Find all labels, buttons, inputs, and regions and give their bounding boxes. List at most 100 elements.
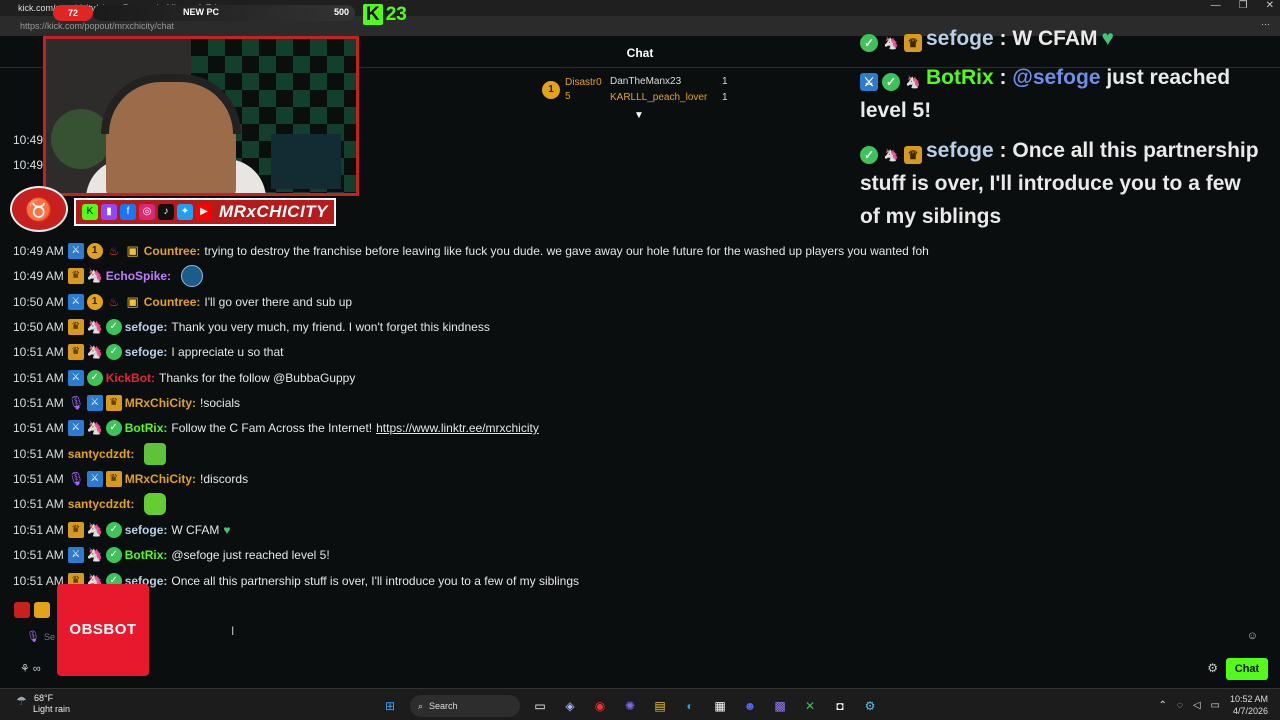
game-controller-icon[interactable]: ◈: [560, 696, 580, 716]
overlay-chat-row: ✓ 🦄 ♛ sefoge : Once all this partnership st…: [860, 134, 1260, 233]
chat-message[interactable]: 10:51 AM 🎙 ⚔ ♛ MRxChiCity: !discords: [13, 468, 248, 490]
chat-message[interactable]: 10:49 AM ⚔ 1 ♨ ▣ Countree: trying to des…: [13, 240, 929, 262]
restore-icon[interactable]: ❐: [1239, 0, 1248, 11]
emote-image[interactable]: [34, 602, 50, 618]
chat-message[interactable]: 10:51 AM ♛ 🦄 ✓ sefoge: W CFAM ♥: [13, 519, 231, 541]
window-controls: — ❐ ✕: [1211, 0, 1274, 11]
username[interactable]: EchoSpike:: [106, 265, 171, 287]
more-icon[interactable]: ⋯: [1261, 19, 1270, 30]
chat-message[interactable]: 10:50 AM ♛ 🦄 ✓ sefoge: Thank you very mu…: [13, 316, 490, 338]
chat-message[interactable]: 10:51 AM ⚔ 🦄 ✓ BotRix: Follow the C Fam …: [13, 417, 539, 439]
steam-icon[interactable]: ⚙: [860, 696, 880, 716]
message-time: 10:49: [13, 158, 44, 172]
chat-title: Chat: [626, 45, 654, 60]
linktree-link[interactable]: https://www.linktr.ee/mrxchicity: [376, 417, 539, 439]
username[interactable]: BotRix:: [125, 417, 168, 439]
system-tray: ⌃ ◌ ◁ ▭ 10:52 AM 4/7/2026: [1158, 693, 1268, 717]
taskbar-search[interactable]: ⌕ Search: [410, 695, 520, 717]
overlay-text: W CFAM: [1012, 27, 1098, 50]
chat-input[interactable]: Se: [44, 632, 55, 642]
battery-icon[interactable]: ▭: [1211, 700, 1220, 711]
username[interactable]: KickBot:: [106, 367, 155, 389]
chat-message[interactable]: 10:50 AM ⚔ 1 ♨ ▣ Countree: I'll go over …: [13, 291, 352, 313]
moderator-icon: ⚔: [67, 294, 84, 310]
unicorn-icon: 🦄: [86, 319, 103, 334]
unicorn-icon: 🦄: [86, 547, 103, 562]
username[interactable]: Countree:: [144, 240, 201, 262]
file-explorer-icon[interactable]: ▤: [650, 696, 670, 716]
username[interactable]: santycdzdt:: [68, 493, 135, 515]
green-heart-icon: ♥: [223, 523, 231, 537]
network-icon[interactable]: ◌: [1177, 700, 1183, 711]
discord-icon[interactable]: ☻: [740, 696, 760, 716]
username[interactable]: santycdzdt:: [68, 443, 135, 465]
verified-icon: ✓: [105, 522, 122, 538]
overlay-chat-row: ⚔ ✓ 🦄 BotRix : @sefoge just reached level 5…: [860, 61, 1260, 127]
smiley-emote-icon: [144, 493, 167, 515]
overlay-separator: :: [993, 139, 1013, 162]
brand-name: MRxCHICITY: [219, 202, 328, 221]
camera-app-icon[interactable]: ◘: [830, 696, 850, 716]
message-time: 10:49: [13, 133, 44, 147]
message-text: Follow the C Fam Across the Internet!: [171, 421, 373, 435]
chat-message[interactable]: 10:51 AM santycdzdt:: [13, 443, 167, 465]
leaderboard-top-name[interactable]: Disastr0: [565, 77, 602, 88]
windows-start-icon[interactable]: ⊞: [380, 696, 400, 716]
chat-message[interactable]: 10:51 AM ⚔ 🦄 ✓ BotRix: @sefoge just reac…: [13, 544, 330, 566]
task-view-icon[interactable]: ▭: [530, 696, 550, 716]
username[interactable]: BotRix:: [125, 544, 168, 566]
speaker-icon[interactable]: ◁: [1193, 700, 1201, 711]
username[interactable]: Countree:: [144, 291, 201, 313]
message-text: Once all this partnership stuff is over,…: [171, 574, 579, 588]
message-time: 10:49 AM: [13, 244, 64, 258]
clock-time: 10:52 AM: [1229, 694, 1268, 704]
message-text: I'll go over there and sub up: [204, 295, 353, 309]
leaderboard-name[interactable]: KARLLL_peach_lover: [610, 92, 707, 103]
verified-icon: ✓: [860, 146, 878, 164]
verified-icon: ✓: [105, 420, 122, 436]
goal-target: 500: [333, 7, 349, 17]
store-icon[interactable]: ▦: [710, 696, 730, 716]
close-icon[interactable]: ✕: [1266, 0, 1274, 11]
leaderboard-name[interactable]: DanTheManx23: [610, 76, 681, 87]
username[interactable]: MRxChiCity:: [125, 468, 196, 490]
message-time: 10:51 AM: [13, 396, 64, 410]
verified-icon: ✓: [860, 34, 878, 52]
username[interactable]: sefoge:: [125, 316, 168, 338]
apps-grid-icon[interactable]: ▩: [770, 696, 790, 716]
unicorn-icon: 🦄: [905, 75, 921, 89]
emote-image[interactable]: [14, 602, 30, 618]
username[interactable]: MRxChiCity:: [125, 392, 196, 414]
gear-icon[interactable]: ⚙: [1207, 661, 1218, 675]
obs-icon[interactable]: ◉: [590, 696, 610, 716]
copilot-icon[interactable]: ✺: [620, 696, 640, 716]
message-text: trying to destroy the franchise before l…: [204, 244, 929, 258]
xbox-icon[interactable]: ✕: [800, 696, 820, 716]
chat-message[interactable]: 10:51 AM ⚔ ✓ KickBot: Thanks for the fol…: [13, 367, 355, 389]
chat-message[interactable]: 10:51 AM santycdzdt:: [13, 493, 167, 515]
goal-bar: 72 NEW PC 500: [53, 5, 355, 21]
emoji-picker-icon[interactable]: ☺: [1247, 630, 1258, 642]
brand-bar: ♉ K ▮ f ◎ ♪ ✦ ▶ MRxCHICITY: [10, 186, 350, 232]
kick-icon: K: [82, 204, 98, 220]
bull-icon: ♨: [108, 244, 120, 258]
send-chat-button[interactable]: Chat: [1226, 658, 1268, 680]
chat-message[interactable]: 10:51 AM ♛ 🦄 ✓ sefoge: I appreciate u so…: [13, 341, 283, 363]
minimize-icon[interactable]: —: [1211, 0, 1221, 11]
clock[interactable]: 10:52 AM 4/7/2026: [1230, 693, 1268, 717]
green-heart-icon: ♥: [1101, 27, 1114, 50]
chat-message[interactable]: 10:49 AM ♛ 🦄 EchoSpike:: [13, 265, 204, 287]
url-field[interactable]: https://kick.com/popout/mrxchicity/chat: [20, 21, 174, 31]
collapse-arrow-icon[interactable]: ▼: [634, 110, 644, 121]
twitch-icon: ▮: [101, 204, 117, 220]
username[interactable]: sefoge:: [125, 341, 168, 363]
edge-browser-icon[interactable]: ◐: [680, 696, 700, 716]
weather-widget[interactable]: ☂ 68°F Light rain: [16, 693, 70, 715]
chat-message[interactable]: 10:51 AM 🎙 ⚔ ♛ MRxChiCity: !socials: [13, 392, 240, 414]
unicorn-icon: 🦄: [86, 420, 103, 435]
unicorn-icon: 🦄: [883, 36, 899, 50]
microphone-icon: 🎙: [67, 395, 85, 410]
bull-logo-icon: ♉: [10, 186, 68, 232]
chevron-up-icon[interactable]: ⌃: [1158, 700, 1166, 711]
username[interactable]: sefoge:: [125, 519, 168, 541]
